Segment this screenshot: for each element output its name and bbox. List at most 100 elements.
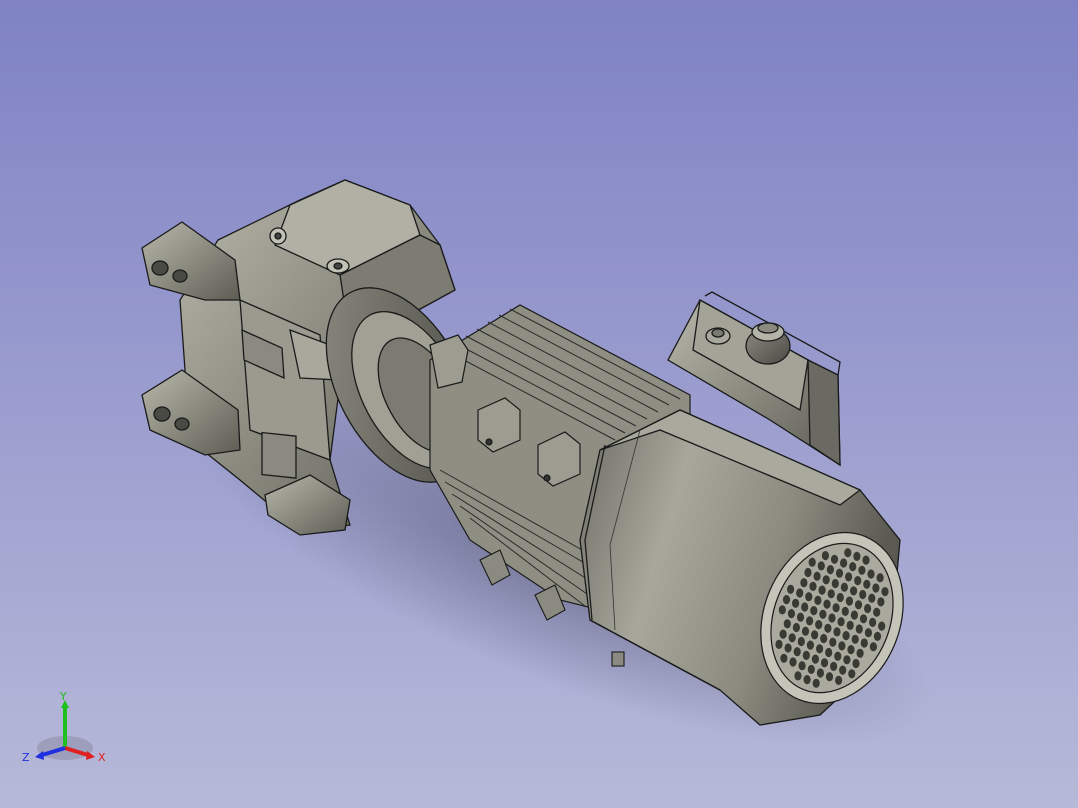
grille-hole (827, 589, 835, 599)
grille-hole (820, 633, 828, 644)
grille-hole (816, 644, 824, 654)
grille-hole (837, 617, 845, 627)
grille-hole (833, 627, 841, 637)
grille-hole (787, 584, 795, 594)
grille-hole (821, 551, 830, 561)
grille-hole (834, 651, 842, 661)
grille-hole (872, 583, 880, 593)
grille-hole (850, 586, 858, 596)
grille-hole (839, 665, 847, 675)
grille-hole (867, 569, 875, 579)
grille-hole (801, 626, 810, 636)
grille-hole (796, 588, 804, 598)
grille-hole (831, 578, 839, 589)
grille-hole (824, 623, 832, 633)
grille-hole (800, 578, 808, 588)
grille-hole (851, 634, 859, 644)
grille-hole (814, 595, 822, 606)
grille-hole (859, 614, 868, 624)
grille-hole (801, 602, 809, 612)
grille-hole (780, 653, 788, 663)
grille-hole (825, 672, 834, 682)
grille-hole (813, 571, 821, 581)
axis-triad: Y X Z (22, 690, 106, 764)
grille-hole (863, 579, 871, 589)
grille-hole (820, 658, 829, 668)
grille-hole (836, 592, 844, 603)
grille-hole (792, 622, 801, 633)
grille-hole (815, 620, 823, 630)
grille-hole (864, 603, 872, 614)
grille-hole (803, 675, 811, 685)
grille-hole (830, 661, 838, 672)
grille-hole (840, 558, 848, 568)
grille-hole (853, 551, 861, 562)
grille-hole (823, 599, 831, 609)
grille-hole (842, 631, 850, 641)
grille-hole (852, 658, 860, 669)
cad-3d-viewport[interactable]: Y X Z (0, 0, 1078, 808)
grille-hole (793, 647, 801, 657)
gearmotor-3d-model[interactable] (0, 0, 1078, 808)
grille-hole (850, 610, 859, 620)
grille-hole (843, 655, 851, 665)
grille-hole (873, 631, 882, 642)
grille-hole (844, 548, 852, 558)
grille-hole (848, 669, 856, 679)
grille-hole (819, 609, 827, 619)
grille-hole (806, 616, 814, 626)
grille-hole (822, 575, 830, 585)
grille-hole (802, 650, 810, 661)
x-axis-label: X (98, 751, 106, 764)
grille-hole (825, 647, 833, 658)
grille-hole (816, 668, 825, 678)
grille-hole (811, 654, 820, 664)
grille-hole (868, 593, 876, 603)
grille-hole (779, 629, 787, 639)
grille-hole (838, 641, 846, 651)
grille-hole (847, 645, 855, 655)
grille-hole (854, 576, 862, 586)
grille-hole (845, 572, 853, 582)
grille-hole (829, 637, 837, 647)
grille-hole (846, 620, 854, 631)
grille-hole (876, 573, 884, 583)
grille-hole (783, 619, 791, 629)
grille-hole (860, 638, 868, 648)
grille-hole (841, 606, 849, 617)
grille-hole (818, 585, 826, 595)
y-axis-label: Y (59, 690, 67, 703)
grille-hole (792, 598, 800, 608)
grille-hole (810, 606, 818, 616)
grille-hole (849, 562, 857, 572)
grille-hole (835, 675, 843, 686)
grille-hole (873, 607, 881, 617)
grille-hole (854, 600, 863, 610)
grille-hole (877, 597, 885, 607)
grille-hole (878, 621, 886, 631)
grille-hole (817, 561, 825, 571)
grille-hole (782, 595, 791, 605)
grille-hole (797, 636, 805, 647)
grille-hole (788, 633, 796, 643)
grille-hole (828, 613, 836, 623)
grille-hole (784, 643, 792, 653)
grille-hole (830, 554, 839, 564)
grille-hole (789, 657, 797, 667)
grille-hole (798, 661, 806, 671)
grille-hole (778, 605, 786, 615)
grille-hole (869, 617, 877, 628)
grille-hole (856, 648, 864, 658)
grille-hole (826, 565, 835, 575)
grille-hole (859, 589, 867, 600)
z-axis-label: Z (22, 751, 30, 764)
grille-hole (881, 587, 889, 597)
grille-hole (804, 567, 812, 578)
grille-hole (845, 596, 854, 606)
grille-hole (812, 678, 820, 688)
grille-hole (806, 640, 815, 650)
grille-hole (809, 581, 817, 592)
grille-hole (811, 630, 819, 640)
grille-hole (835, 568, 844, 578)
grille-hole (869, 642, 878, 652)
